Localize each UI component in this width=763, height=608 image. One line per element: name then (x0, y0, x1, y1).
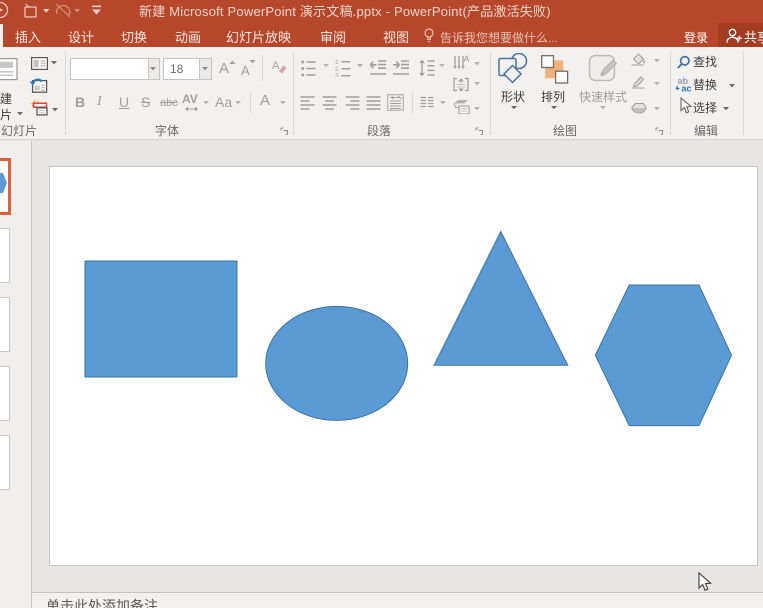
svg-text:3: 3 (335, 73, 339, 78)
svg-text:A: A (464, 55, 470, 64)
svg-text:1: 1 (335, 59, 339, 66)
svg-text:ac: ac (682, 84, 692, 93)
svg-text:A: A (272, 60, 280, 72)
